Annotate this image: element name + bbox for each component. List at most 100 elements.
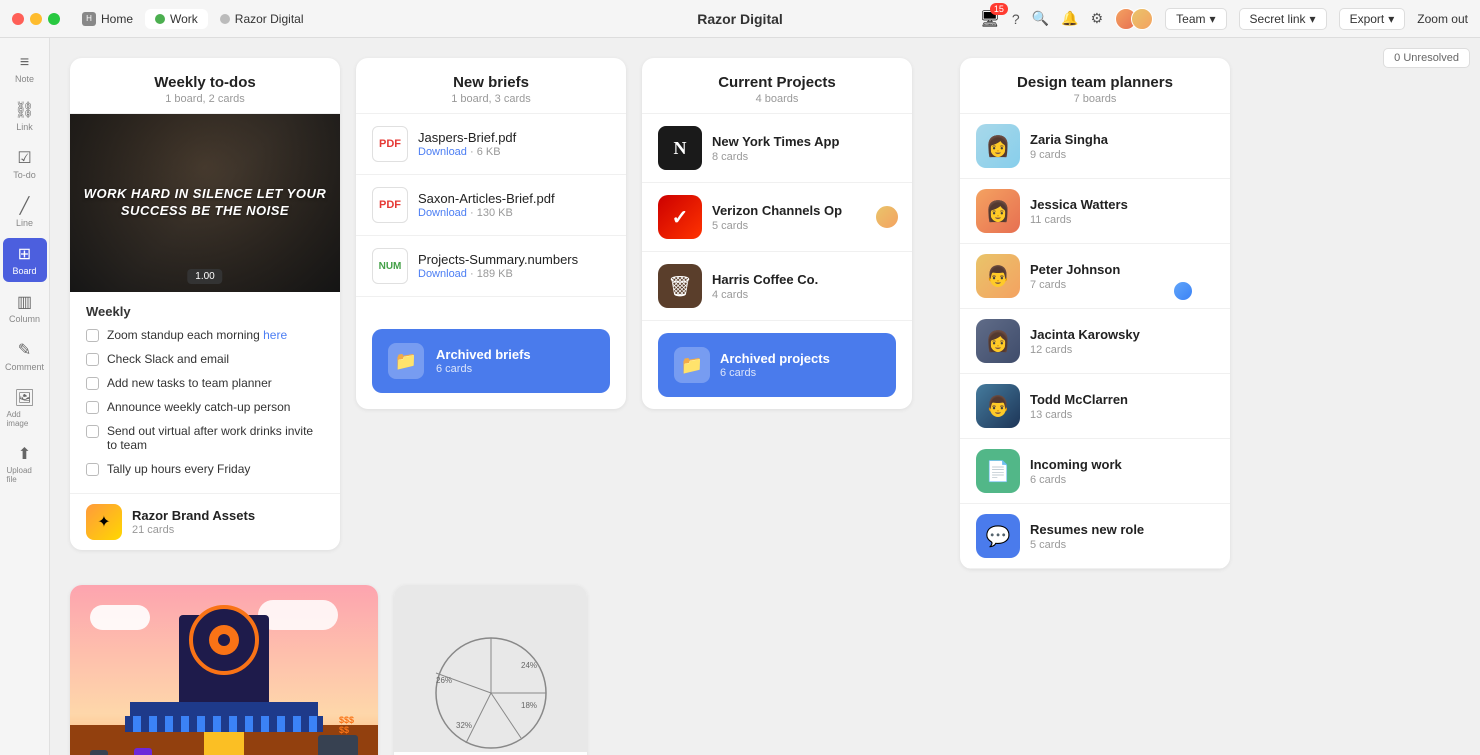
- planner-jessica[interactable]: 👩 Jessica Watters 11 cards: [960, 179, 1230, 244]
- jessica-sub: 11 cards: [1030, 214, 1214, 226]
- todo-icon: ☑: [17, 148, 31, 168]
- file-download-2[interactable]: Download: [418, 268, 467, 280]
- todo-checkbox-5[interactable]: [86, 463, 99, 476]
- bell-icon[interactable]: 🔔: [1061, 10, 1078, 27]
- todo-checkbox-0[interactable]: [86, 329, 99, 342]
- weekly-image-text: WORK HARD IN SILENCE LET YOUR SUCCESS BE…: [70, 176, 340, 230]
- archived-briefs-card[interactable]: 📁 Archived briefs 6 cards: [372, 329, 610, 393]
- file-name-0: Jaspers-Brief.pdf: [418, 130, 610, 145]
- file-size-1: · 130 KB: [470, 207, 513, 219]
- sidebar-item-addimage[interactable]: 🖼 Add image: [3, 382, 47, 434]
- file-item-1: PDF Saxon-Articles-Brief.pdf Download · …: [356, 175, 626, 236]
- avatar-zaria: 👩: [976, 124, 1020, 168]
- addimage-icon: 🖼: [14, 388, 34, 408]
- weekly-section-title: Weekly: [70, 292, 340, 323]
- zaria-sub: 9 cards: [1030, 149, 1214, 161]
- sidebar-item-todo[interactable]: ☑ To-do: [3, 142, 47, 186]
- maximize-button[interactable]: [48, 13, 60, 25]
- project-nyt[interactable]: N New York Times App 8 cards: [642, 114, 912, 183]
- project-verizon[interactable]: ✓ Verizon Channels Op 5 cards: [642, 183, 912, 252]
- avatar-peter: 👨: [976, 254, 1020, 298]
- nyt-name: New York Times App: [712, 134, 896, 149]
- sketch-card[interactable]: 24% 18% 32% 26% Concept sketch for Harri…: [394, 585, 587, 755]
- sidebar-label-line: Line: [16, 218, 33, 228]
- planner-zaria[interactable]: 👩 Zaria Singha 9 cards: [960, 114, 1230, 179]
- archived-briefs-icon: 📁: [388, 343, 424, 379]
- sidebar-label-note: Note: [15, 74, 34, 84]
- razor-brand-card[interactable]: ✦ Razor Brand Assets 21 cards: [70, 493, 340, 550]
- design-planners-title: Design team planners: [976, 74, 1214, 91]
- file-name-2: Projects-Summary.numbers: [418, 252, 610, 267]
- export-label: Export: [1350, 12, 1385, 26]
- settings-icon[interactable]: ⚙: [1091, 10, 1104, 27]
- sidebar-item-upload[interactable]: ⬆ Upload file: [3, 438, 47, 490]
- sidebar-item-comment[interactable]: ✎ Comment: [3, 334, 47, 378]
- tab-home[interactable]: H Home: [72, 9, 143, 29]
- design-planners-board: Design team planners 7 boards 👩 Zaria Si…: [960, 58, 1230, 569]
- store-illustration-image: $$$$$: [70, 585, 378, 755]
- team-button[interactable]: Team ▾: [1165, 8, 1226, 30]
- planner-jacinta[interactable]: 👩 Jacinta Karowsky 12 cards: [960, 309, 1230, 374]
- file-size-2: · 189 KB: [470, 268, 513, 280]
- todo-text-1: Check Slack and email: [107, 352, 229, 366]
- archived-projects-name: Archived projects: [720, 351, 830, 366]
- secret-link-button[interactable]: Secret link ▾: [1239, 8, 1327, 30]
- sidebar-label-comment: Comment: [5, 362, 44, 372]
- coffee-info: Harris Coffee Co. 4 cards: [712, 272, 896, 301]
- planner-todd[interactable]: 👨 Todd McClarren 13 cards: [960, 374, 1230, 439]
- sidebar-item-line[interactable]: ╱ Line: [3, 190, 47, 234]
- todo-item: Send out virtual after work drinks invit…: [86, 419, 324, 457]
- store-illustration-card[interactable]: $$$$$: [70, 585, 378, 755]
- todo-checkbox-4[interactable]: [86, 425, 99, 438]
- help-icon[interactable]: ?: [1012, 11, 1020, 27]
- planner-incoming[interactable]: 📄 Incoming work 6 cards: [960, 439, 1230, 504]
- project-coffee[interactable]: 🗑 Harris Coffee Co. 4 cards: [642, 252, 912, 321]
- sidebar-item-column[interactable]: ▥ Column: [3, 286, 47, 330]
- avatar-jacinta: 👩: [976, 319, 1020, 363]
- top-bar: H Home Work Razor Digital Razor Digital …: [0, 0, 1480, 38]
- notifications-button[interactable]: 🖥 15: [980, 9, 1000, 29]
- nyt-info: New York Times App 8 cards: [712, 134, 896, 163]
- search-icon[interactable]: 🔍: [1032, 10, 1049, 27]
- export-button[interactable]: Export ▾: [1339, 8, 1406, 30]
- todo-link-0[interactable]: here: [263, 328, 287, 342]
- file-download-0[interactable]: Download: [418, 146, 467, 158]
- weekly-header: Weekly to-dos 1 board, 2 cards: [70, 58, 340, 114]
- tab-work[interactable]: Work: [145, 9, 208, 29]
- zoom-out-button[interactable]: Zoom out: [1417, 12, 1468, 26]
- sidebar-item-note[interactable]: ≡ Note: [3, 48, 47, 90]
- tab-work-label: Work: [170, 12, 198, 26]
- file-download-1[interactable]: Download: [418, 207, 467, 219]
- todo-checkbox-2[interactable]: [86, 377, 99, 390]
- planner-resumes[interactable]: 💬 Resumes new role 5 cards: [960, 504, 1230, 569]
- todd-sub: 13 cards: [1030, 409, 1214, 421]
- sketch-svg: 24% 18% 32% 26%: [426, 628, 556, 755]
- razor-brand-name: Razor Brand Assets: [132, 508, 324, 523]
- comment-icon: ✎: [18, 340, 31, 360]
- todo-checkbox-3[interactable]: [86, 401, 99, 414]
- todo-checkbox-1[interactable]: [86, 353, 99, 366]
- second-row-thumbnails: $$$$$ 24% 18% 32%: [70, 585, 1460, 755]
- pdf-icon-0: PDF: [372, 126, 408, 162]
- tab-razordigital[interactable]: Razor Digital: [210, 9, 314, 29]
- jacinta-sub: 12 cards: [1030, 344, 1214, 356]
- sidebar-item-board[interactable]: ⊞ Board: [3, 238, 47, 282]
- planner-peter[interactable]: 👨 Peter Johnson 7 cards: [960, 244, 1230, 309]
- nav-tabs: H Home Work Razor Digital: [72, 9, 314, 29]
- unresolved-button[interactable]: 0 Unresolved: [1383, 48, 1470, 68]
- close-button[interactable]: [12, 13, 24, 25]
- minimize-button[interactable]: [30, 13, 42, 25]
- design-planners-header: Design team planners 7 boards: [960, 58, 1230, 114]
- resumes-sub: 5 cards: [1030, 539, 1214, 551]
- jessica-info: Jessica Watters 11 cards: [1030, 197, 1214, 226]
- nyt-sub: 8 cards: [712, 151, 896, 163]
- coffee-name: Harris Coffee Co.: [712, 272, 896, 287]
- todo-item: Zoom standup each morning here: [86, 323, 324, 347]
- sidebar-item-link[interactable]: ⛓ Link: [3, 94, 47, 138]
- file-size-0: · 6 KB: [470, 146, 501, 158]
- archived-projects-icon: 📁: [674, 347, 710, 383]
- resumes-name: Resumes new role: [1030, 522, 1214, 537]
- archived-projects-card[interactable]: 📁 Archived projects 6 cards: [658, 333, 896, 397]
- file-item-0: PDF Jaspers-Brief.pdf Download · 6 KB: [356, 114, 626, 175]
- pdf-icon-1: PDF: [372, 187, 408, 223]
